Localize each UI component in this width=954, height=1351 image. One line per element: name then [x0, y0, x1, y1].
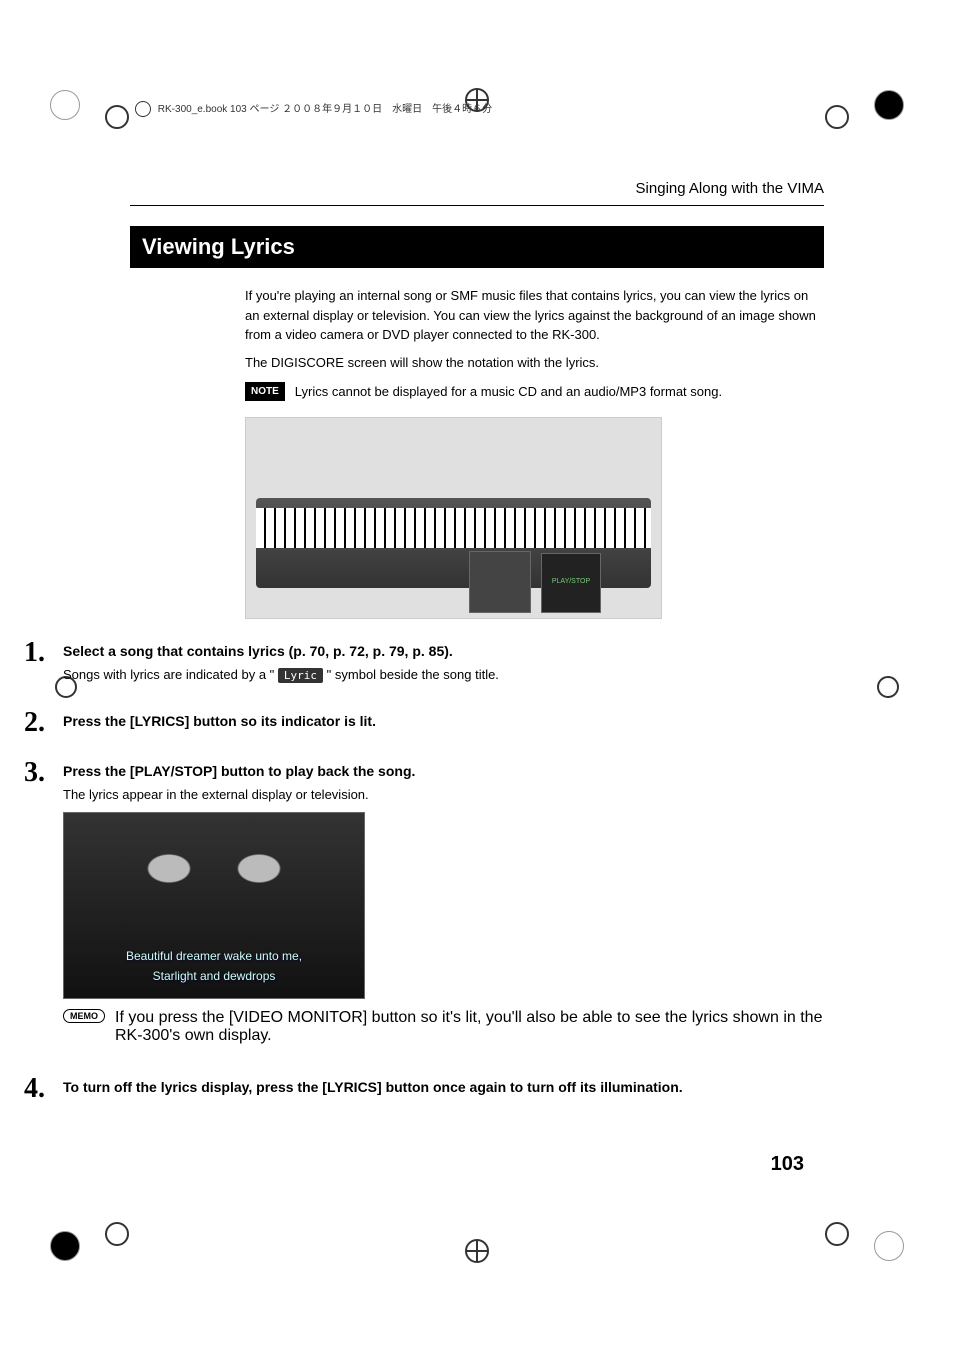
crop-mark-icon [50, 1231, 80, 1261]
callout-detail [469, 551, 531, 613]
divider [130, 205, 824, 206]
memo-text: If you press the [VIDEO MONITOR] button … [115, 1009, 824, 1045]
crop-mark-icon [50, 90, 80, 120]
header-ref-text: RK-300_e.book 103 ページ ２００８年９月１０日 水曜日 午後４… [158, 104, 492, 115]
step-1: 1. Select a song that contains lyrics (p… [15, 637, 824, 689]
step-number: 1. [15, 637, 45, 669]
piano-keys-icon [256, 508, 651, 548]
intro-paragraph: If you're playing an internal song or SM… [245, 286, 824, 345]
page-number: 103 [771, 1153, 804, 1176]
step-content: Press the [LYRICS] button so its indicat… [63, 707, 824, 737]
registration-mark-icon [105, 105, 129, 129]
step-3: 3. Press the [PLAY/STOP] button to play … [15, 757, 824, 1055]
intro-paragraph: The DIGISCORE screen will show the notat… [245, 353, 824, 373]
text-fragment: " symbol beside the song title. [327, 667, 499, 682]
chapter-title: Singing Along with the VIMA [130, 180, 824, 197]
step-title: To turn off the lyrics display, press th… [63, 1079, 824, 1095]
registration-mark-icon [465, 1239, 489, 1263]
step-text: Songs with lyrics are indicated by a " L… [63, 667, 824, 683]
crop-mark-icon [874, 90, 904, 120]
step-number: 2. [15, 707, 45, 739]
step-text: The lyrics appear in the external displa… [63, 787, 824, 802]
step-content: Select a song that contains lyrics (p. 7… [63, 637, 824, 689]
keyboard-illustration: PLAY/STOP [245, 417, 662, 619]
callout-label: PLAY/STOP [552, 578, 590, 585]
step-title: Press the [PLAY/STOP] button to play bac… [63, 763, 824, 779]
note-badge: NOTE [245, 382, 285, 401]
step-number: 3. [15, 757, 45, 789]
note-text: Lyrics cannot be displayed for a music C… [295, 382, 722, 402]
document-page: RK-300_e.book 103 ページ ２００８年９月１０日 水曜日 午後４… [0, 0, 954, 1351]
crop-mark-icon [874, 1231, 904, 1261]
text-fragment: Songs with lyrics are indicated by a " [63, 667, 274, 682]
note-block: NOTE Lyrics cannot be displayed for a mu… [245, 382, 824, 402]
step-2: 2. Press the [LYRICS] button so its indi… [15, 707, 824, 739]
document-icon [135, 101, 151, 117]
registration-mark-icon [877, 676, 899, 698]
section-heading: Viewing Lyrics [130, 226, 824, 268]
step-title: Select a song that contains lyrics (p. 7… [63, 643, 824, 659]
lyric-badge-icon: Lyric [278, 668, 323, 683]
memo-block: MEMO If you press the [VIDEO MONITOR] bu… [63, 1009, 824, 1045]
header-reference: RK-300_e.book 103 ページ ２００８年９月１０日 水曜日 午後４… [135, 100, 492, 117]
body-text: If you're playing an internal song or SM… [245, 286, 824, 619]
step-content: To turn off the lyrics display, press th… [63, 1073, 824, 1103]
tv-screen-illustration: Beautiful dreamer wake unto me, Starligh… [63, 812, 365, 999]
step-title: Press the [LYRICS] button so its indicat… [63, 713, 824, 729]
step-number: 4. [15, 1073, 45, 1105]
lyric-line: Starlight and dewdrops [64, 969, 364, 983]
memo-badge: MEMO [63, 1009, 105, 1023]
lyric-line: Beautiful dreamer wake unto me, [64, 949, 364, 963]
registration-mark-icon [825, 105, 849, 129]
registration-mark-icon [825, 1222, 849, 1246]
registration-mark-icon [105, 1222, 129, 1246]
content-area: Singing Along with the VIMA Viewing Lyri… [130, 180, 824, 1113]
step-content: Press the [PLAY/STOP] button to play bac… [63, 757, 824, 1055]
step-4: 4. To turn off the lyrics display, press… [15, 1073, 824, 1105]
play-stop-callout: PLAY/STOP [541, 553, 601, 613]
